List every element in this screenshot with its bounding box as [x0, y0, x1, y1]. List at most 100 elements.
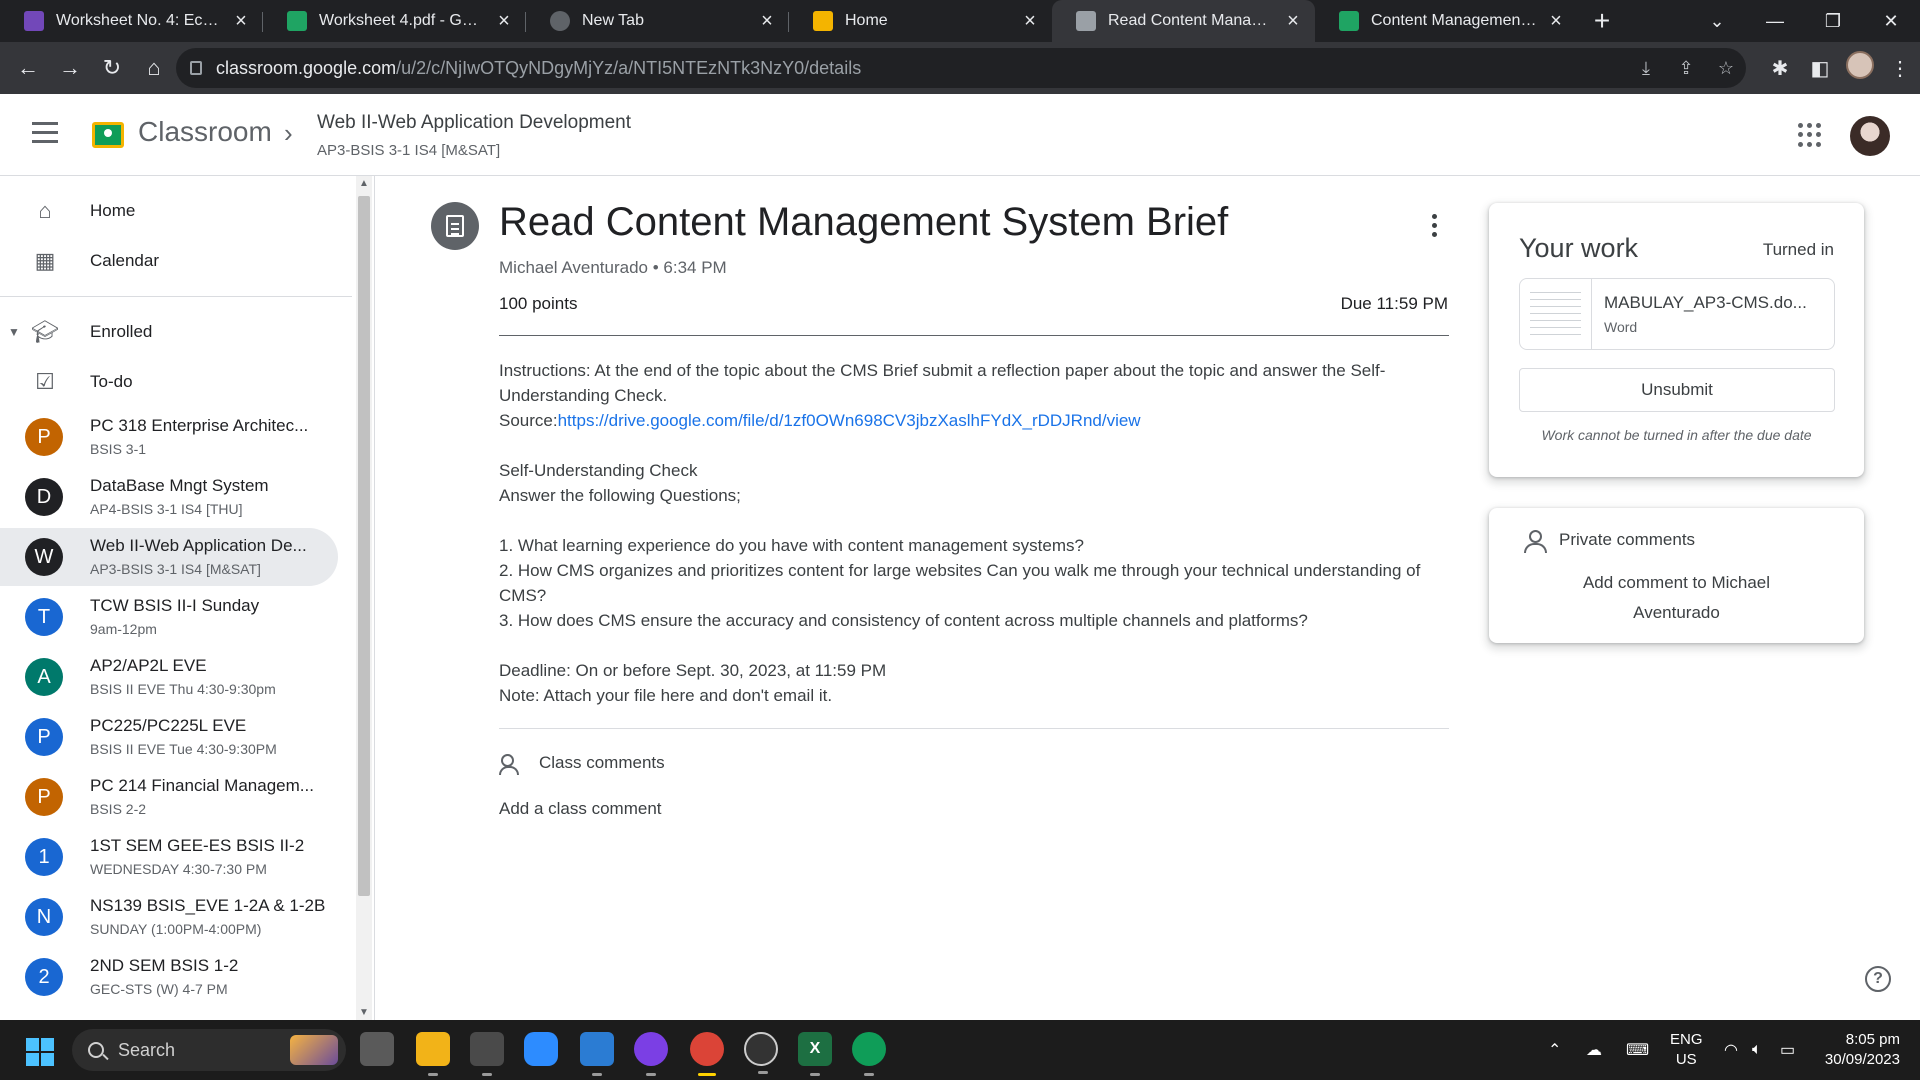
back-icon[interactable]: ←	[8, 48, 48, 88]
taskbar-search[interactable]: Search	[72, 1029, 346, 1071]
assignment-icon	[431, 202, 479, 250]
volume-icon[interactable]: 🔈︎	[1752, 1020, 1762, 1080]
show-hidden-icons[interactable]: ⌃	[1548, 1020, 1561, 1080]
course-avatar: P	[25, 418, 63, 456]
forward-icon[interactable]: →	[50, 48, 90, 88]
install-icon[interactable]: ⤓	[1626, 58, 1666, 79]
restore-icon[interactable]: ❐	[1804, 0, 1862, 42]
url-path: /u/2/c/NjIwOTQyNDgyMjYz/a/NTI5NTEzNTk3Nz…	[396, 57, 862, 78]
course-name: PC225/PC225L EVE	[90, 716, 247, 735]
side-panel-icon[interactable]: ◧	[1800, 56, 1840, 81]
excel-icon[interactable]: X	[798, 1032, 832, 1076]
wifi-icon[interactable]: ◠	[1724, 1020, 1738, 1080]
calendar-icon: ▦	[34, 248, 56, 273]
chrome-icon	[550, 11, 570, 31]
sidebar-course-item[interactable]: T TCW BSIS II-I Sunday 9am-12pm	[0, 588, 338, 646]
main-menu-icon[interactable]	[32, 122, 58, 144]
app-brand[interactable]: Classroom	[138, 116, 272, 148]
more-options-icon[interactable]	[1428, 214, 1440, 240]
media-player-icon[interactable]	[744, 1032, 778, 1074]
sidebar-item-enrolled[interactable]: ▼ 🎓︎ Enrolled	[0, 307, 338, 357]
browser-tab[interactable]: New Tab ×	[526, 0, 789, 42]
language-indicator[interactable]: ENG US	[1670, 1030, 1703, 1070]
course-section: BSIS 2-2	[90, 801, 147, 817]
browser-tab[interactable]: Home ×	[789, 0, 1052, 42]
chrome-profile-icon[interactable]	[852, 1032, 886, 1076]
sidebar-course-item[interactable]: 2 2ND SEM BSIS 1-2 GEC-STS (W) 4-7 PM	[0, 948, 338, 1006]
attachment-file-name: MABULAY_AP3-CMS.do...	[1604, 293, 1807, 312]
course-avatar: W	[25, 538, 63, 576]
sidebar-course-item[interactable]: 1 1ST SEM GEE-ES BSIS II-2 WEDNESDAY 4:3…	[0, 828, 338, 886]
tab-search-icon[interactable]: ⌄	[1688, 0, 1746, 42]
scroll-up-icon[interactable]: ▲	[356, 178, 372, 189]
share-icon[interactable]: ⇪	[1666, 58, 1706, 79]
windows-start-icon[interactable]	[26, 1038, 54, 1066]
sidebar-item-label: To-do	[90, 372, 133, 391]
avatar[interactable]	[1850, 116, 1890, 156]
sidebar: ⌂ Home ▦ Calendar ▼ 🎓︎ Enrolled ☑ To-do …	[0, 176, 352, 1020]
file-explorer-icon[interactable]	[416, 1032, 450, 1076]
extensions-icon[interactable]: ✱	[1760, 56, 1800, 81]
attachment-file[interactable]: MABULAY_AP3-CMS.do... Word	[1519, 278, 1835, 350]
scrollbar-thumb[interactable]	[358, 196, 370, 896]
sidebar-item-label: Calendar	[90, 251, 159, 270]
tab-title: Read Content Managemen	[1108, 12, 1275, 29]
keyboard-icon[interactable]: ⌨	[1626, 1020, 1649, 1080]
messenger-icon[interactable]	[634, 1032, 668, 1076]
document-thumbnail	[1520, 279, 1592, 349]
sidebar-item-todo[interactable]: ☑ To-do	[0, 357, 338, 407]
sidebar-course-item[interactable]: N NS139 BSIS_EVE 1-2A & 1-2B SUNDAY (1:0…	[0, 888, 338, 946]
bookmark-star-icon[interactable]: ☆	[1706, 58, 1746, 79]
sidebar-course-item[interactable]: P PC 214 Financial Managem... BSIS 2-2	[0, 768, 338, 826]
close-tab-icon[interactable]: ×	[1020, 10, 1040, 32]
notepad-icon[interactable]	[580, 1032, 614, 1076]
lock-icon[interactable]	[190, 61, 202, 75]
zoom-icon[interactable]	[524, 1032, 558, 1066]
breadcrumb-course-section: AP3-BSIS 3-1 IS4 [M&SAT]	[317, 142, 501, 159]
address-bar[interactable]: classroom.google.com/u/2/c/NjIwOTQyNDgyM…	[176, 48, 1746, 88]
close-tab-icon[interactable]: ×	[1283, 10, 1303, 32]
home-icon[interactable]: ⌂	[134, 48, 174, 88]
your-work-card: Your work Turned in MABULAY_AP3-CMS.do..…	[1489, 203, 1864, 477]
sidebar-course-item[interactable]: A AP2/AP2L EVE BSIS II EVE Thu 4:30-9:30…	[0, 648, 338, 706]
close-tab-icon[interactable]: ×	[757, 10, 777, 32]
close-window-icon[interactable]: ✕	[1862, 0, 1920, 42]
browser-tab[interactable]: Worksheet 4.pdf - Google ×	[263, 0, 526, 42]
breadcrumb-course-name[interactable]: Web II-Web Application Development	[317, 112, 631, 134]
new-tab-button[interactable]: +	[1578, 0, 1626, 42]
add-private-comment-button[interactable]: Add comment to Michael Aventurado	[1539, 568, 1814, 628]
browser-tab[interactable]: Worksheet No. 4: Economi ×	[0, 0, 263, 42]
profile-avatar[interactable]	[1840, 51, 1880, 85]
browser-tab[interactable]: Content Management Syst ×	[1315, 0, 1578, 42]
classroom-logo-icon[interactable]	[92, 122, 124, 148]
close-tab-icon[interactable]: ×	[231, 10, 251, 32]
reload-icon[interactable]: ↻	[92, 48, 132, 88]
sidebar-scrollbar[interactable]: ▲ ▼	[356, 176, 372, 1020]
scroll-down-icon[interactable]: ▼	[356, 1007, 372, 1018]
close-tab-icon[interactable]: ×	[494, 10, 514, 32]
sidebar-item-home[interactable]: ⌂ Home	[0, 186, 338, 236]
add-class-comment-button[interactable]: Add a class comment	[499, 799, 662, 819]
calculator-icon[interactable]	[470, 1032, 504, 1076]
browser-tab-active[interactable]: Read Content Managemen ×	[1052, 0, 1315, 42]
sidebar-course-item-active[interactable]: W Web II-Web Application De... AP3-BSIS …	[0, 528, 338, 586]
chrome-icon[interactable]	[690, 1032, 724, 1076]
unsubmit-button[interactable]: Unsubmit	[1519, 368, 1835, 412]
help-icon[interactable]: ?	[1865, 966, 1891, 992]
course-name: TCW BSIS II-I Sunday	[90, 596, 260, 615]
minimize-icon[interactable]: —	[1746, 0, 1804, 42]
sidebar-course-item[interactable]: D DataBase Mngt System AP4-BSIS 3-1 IS4 …	[0, 468, 338, 526]
sidebar-item-label: Home	[90, 201, 136, 220]
onedrive-icon[interactable]: ☁	[1586, 1020, 1602, 1080]
source-link[interactable]: https://drive.google.com/file/d/1zf0OWn6…	[558, 411, 1141, 430]
sidebar-course-item[interactable]: P PC 318 Enterprise Architec... BSIS 3-1	[0, 408, 338, 466]
close-tab-icon[interactable]: ×	[1546, 10, 1566, 32]
chrome-menu-icon[interactable]: ⋮	[1880, 56, 1920, 81]
battery-icon[interactable]: ▭	[1780, 1020, 1795, 1080]
google-apps-icon[interactable]	[1798, 123, 1822, 147]
system-clock[interactable]: 8:05 pm 30/09/2023	[1825, 1030, 1900, 1070]
sidebar-course-item[interactable]: P PC225/PC225L EVE BSIS II EVE Tue 4:30-…	[0, 708, 338, 766]
task-view-icon[interactable]	[360, 1032, 394, 1066]
sidebar-item-calendar[interactable]: ▦ Calendar	[0, 236, 338, 286]
caret-down-icon[interactable]: ▼	[8, 325, 20, 339]
